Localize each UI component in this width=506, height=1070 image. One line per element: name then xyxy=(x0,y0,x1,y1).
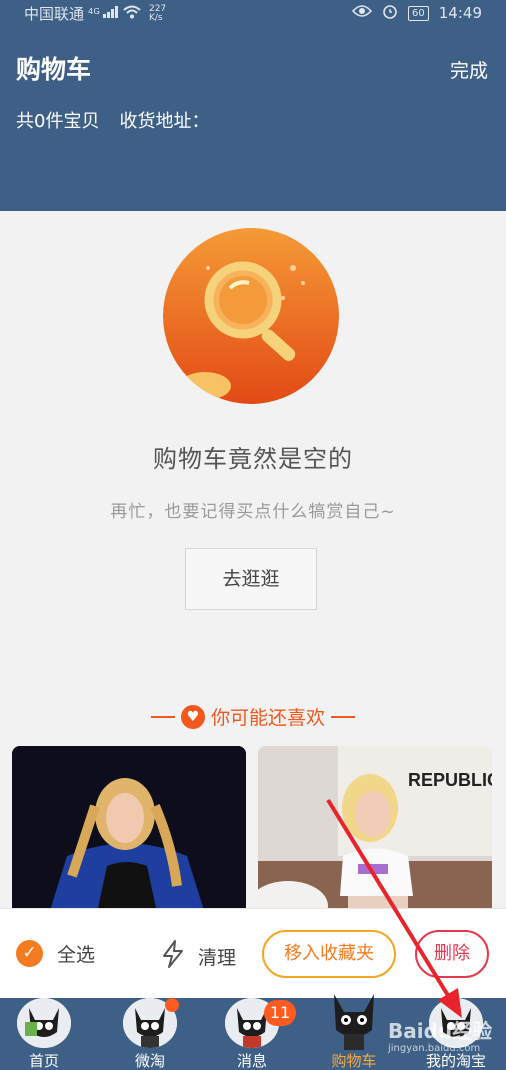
checkmark-icon: ✓ xyxy=(16,940,43,967)
wifi-icon xyxy=(123,5,141,23)
tab-messages[interactable]: 11 消息 xyxy=(212,998,296,1070)
select-all-label: 全选 xyxy=(57,944,96,966)
tmall-cat-icon xyxy=(322,990,386,1050)
clear-button[interactable]: 清理 xyxy=(160,939,236,974)
tab-cart[interactable]: 购物车 xyxy=(314,994,394,1070)
done-button[interactable]: 完成 xyxy=(450,56,488,83)
divider-left xyxy=(150,715,175,718)
lightning-icon xyxy=(160,939,186,974)
tab-label: 微淘 xyxy=(134,1052,165,1070)
cart-summary: 共0件宝贝 收货地址： xyxy=(16,107,209,133)
go-shopping-button[interactable]: 去逛逛 xyxy=(185,548,317,610)
delete-button[interactable]: 删除 xyxy=(415,930,489,978)
status-bar: 中国联通 4G 227 K/s 60 14:49 xyxy=(0,0,506,26)
recommend-heading: ♥ 你可能还喜欢 xyxy=(0,703,506,730)
notification-dot xyxy=(165,998,179,1012)
move-to-favorites-button[interactable]: 移入收藏夹 xyxy=(262,930,396,978)
recommend-title: 你可能还喜欢 xyxy=(210,707,325,729)
network-speed: 227 K/s xyxy=(148,3,167,23)
empty-cart-title: 购物车竟然是空的 xyxy=(153,445,353,473)
item-count: 共0件宝贝 xyxy=(16,111,100,132)
clock-time: 14:49 xyxy=(438,4,482,22)
signal-icon: 4G xyxy=(88,6,119,21)
clear-label: 清理 xyxy=(198,947,237,969)
tab-label: 首页 xyxy=(28,1052,59,1070)
svg-text:REPUBLIC: REPUBLIC xyxy=(408,770,492,790)
tab-label: 消息 xyxy=(236,1052,267,1070)
empty-cart-subtitle: 再忙，也要记得买点什么犒赏自己~ xyxy=(110,502,396,522)
cart-action-bar: ✓ 全选 清理 移入收藏夹 删除 xyxy=(0,908,506,998)
cart-header: 中国联通 4G 227 K/s 60 14:49 购物车 完成 共0件宝贝 收货… xyxy=(0,0,506,211)
watermark-logo: Baidu经验 xyxy=(388,1019,493,1043)
eye-icon xyxy=(351,4,373,22)
heart-icon: ♥ xyxy=(180,704,205,729)
battery-icon: 60 xyxy=(408,5,429,21)
tab-home[interactable]: 首页 xyxy=(4,998,84,1070)
alarm-icon xyxy=(382,3,398,23)
tab-label: 购物车 xyxy=(331,1052,377,1070)
address-label[interactable]: 收货地址： xyxy=(119,107,209,133)
carrier-name: 中国联通 xyxy=(24,5,85,23)
tab-weitao[interactable]: 微淘 xyxy=(110,998,190,1070)
divider-right xyxy=(331,715,355,718)
empty-cart-illustration xyxy=(163,228,339,404)
page-title: 购物车 xyxy=(16,55,92,84)
select-all-toggle[interactable]: ✓ 全选 xyxy=(16,940,95,967)
watermark-url: jingyan.baidu.com xyxy=(388,1043,481,1054)
message-count-badge: 11 xyxy=(264,1000,296,1026)
tmall-cat-icon xyxy=(17,998,71,1048)
